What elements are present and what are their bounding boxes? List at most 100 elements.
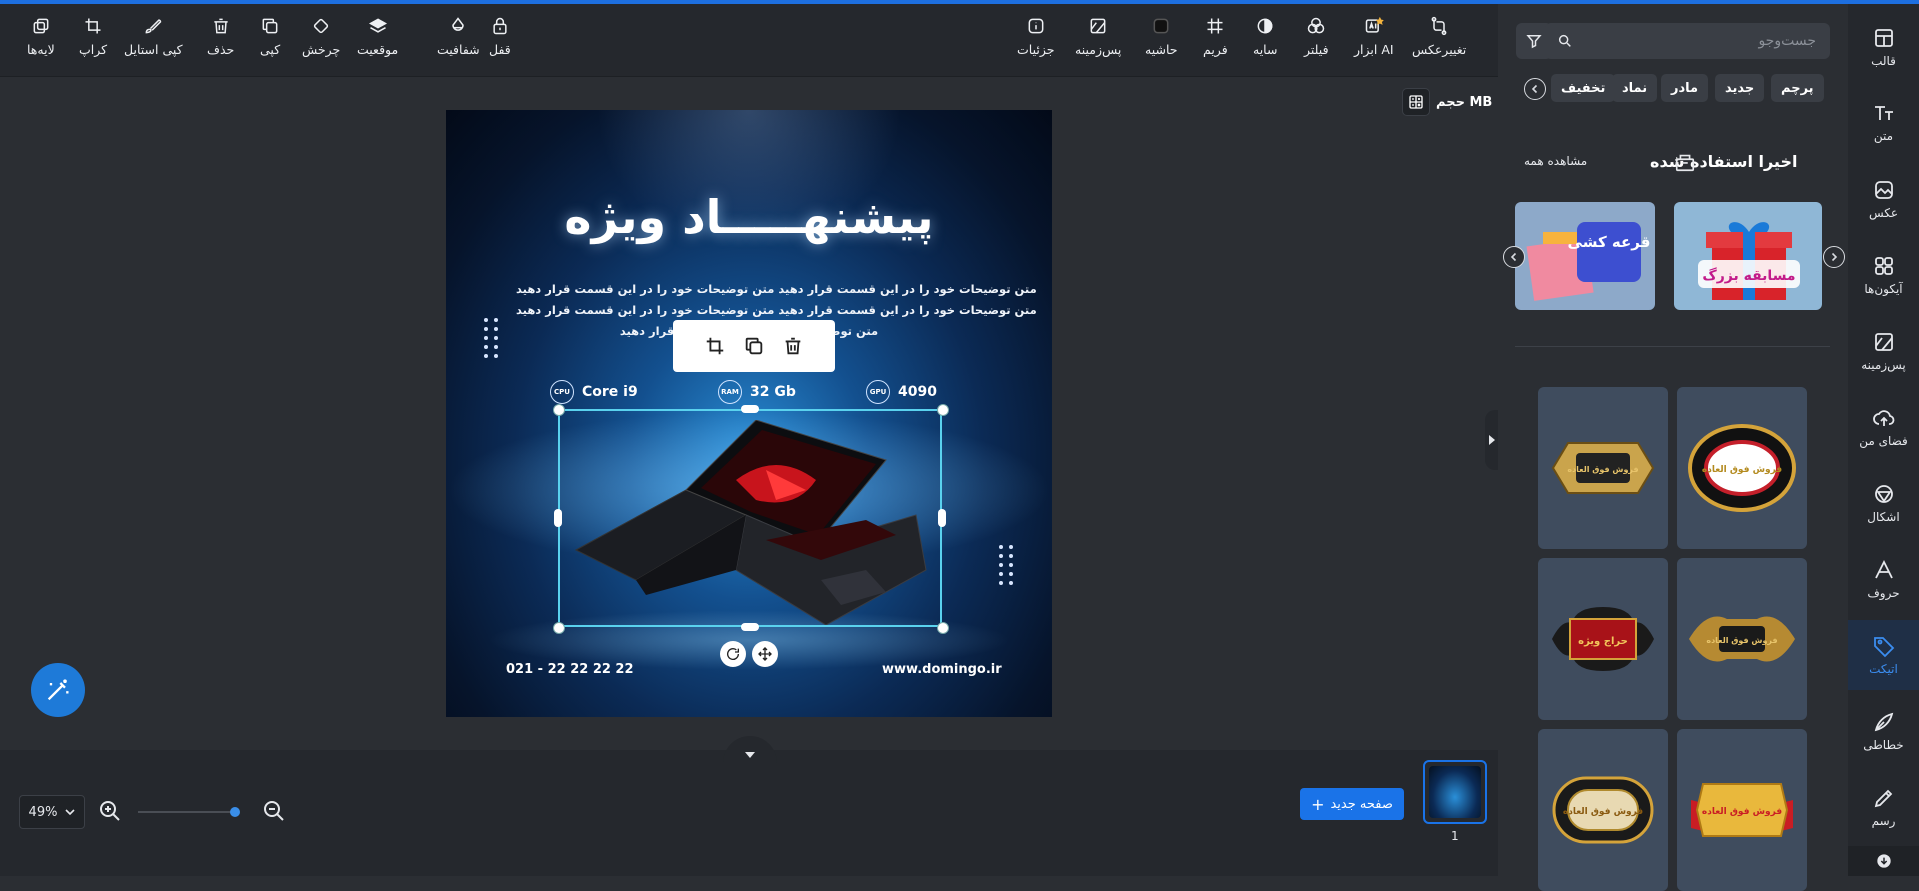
nav-photos[interactable]: عکس [1848,164,1919,234]
spec-ram[interactable]: RAM 32 Gb [718,380,796,404]
nav-draw[interactable]: رسم [1848,772,1919,842]
border-icon [1153,18,1169,34]
tool-border[interactable]: حاشیه [1145,16,1177,68]
design-phone[interactable]: 021 - 22 22 22 22 [506,662,634,677]
page-thumbnail[interactable] [1423,760,1487,824]
nav-stickers[interactable]: اتیکت [1848,620,1919,690]
resize-handle[interactable] [554,509,562,527]
frame-icon [1207,18,1223,34]
tool-opacity[interactable]: شفافیت [437,16,480,68]
rotate-icon [314,18,329,34]
nav-templates[interactable]: قالب [1848,12,1919,82]
nav-calligraphy[interactable]: خطاطی [1848,696,1919,766]
tool-layers[interactable]: لایه‌ها [27,16,55,68]
move-handle[interactable] [752,641,778,667]
tag-chip[interactable]: تخفیف [1551,74,1616,102]
tag-chip[interactable]: جدید [1715,74,1765,102]
tool-details[interactable]: جزئیات [1017,16,1054,68]
rotate-handle[interactable] [720,641,746,667]
nav-letters[interactable]: حروف [1848,544,1919,614]
tool-delete[interactable]: حذف [207,16,234,68]
zoom-in-button[interactable] [98,799,122,823]
resize-handle[interactable] [553,622,565,634]
info-icon [1028,18,1044,34]
sticker-item[interactable]: فروش فوق العاده [1677,729,1807,891]
tool-shadow[interactable]: سایه [1253,16,1277,68]
zoom-slider[interactable] [138,807,240,817]
magic-wand-button[interactable] [31,663,85,717]
chevron-left-icon [1531,84,1538,94]
thumbnail-preview [1429,766,1481,818]
nav-scroll-down[interactable] [1848,846,1919,876]
tool-crop[interactable]: کراپ [79,16,107,68]
spec-gpu[interactable]: GPU 4090 [866,380,937,404]
sticker-item[interactable]: فروش فوق العاده [1677,558,1807,720]
chevron-down-icon [65,809,76,816]
sticker-item[interactable]: حراج ویژه [1538,558,1668,720]
tool-label: موقعیت [357,42,399,57]
nav-icons[interactable]: آیکون‌ها [1848,240,1919,310]
see-all-link[interactable]: مشاهده همه [1524,154,1587,168]
tool-lock[interactable]: قفل [489,16,511,68]
tool-copy[interactable]: کپی [260,16,280,68]
sticker-item[interactable]: فروش فوق العاده [1538,729,1668,891]
tool-change-image[interactable]: تغییرعکس [1412,16,1466,68]
recent-prev-button[interactable] [1503,246,1525,268]
design-title[interactable]: پیشنهـــــاد ویژه [446,190,1052,244]
tool-rotate[interactable]: چرخش [302,16,340,68]
tag-chip[interactable]: نماد [1612,74,1658,102]
nav-my-space[interactable]: فضای من [1848,392,1919,462]
crop-icon[interactable] [704,335,726,357]
tag-chip[interactable]: مادر [1661,74,1709,102]
design-website[interactable]: www.domingo.ir [882,662,1002,677]
recent-sticker-card[interactable]: قرعه کشی [1515,202,1655,310]
recent-sticker-card[interactable]: مسابقه بزرگ [1674,202,1822,310]
filter-circles-icon [1308,17,1325,34]
tag-icon [1873,637,1894,658]
tool-label: حاشیه [1145,42,1178,57]
trash-icon[interactable] [782,335,804,357]
spec-cpu[interactable]: CPU Core i9 [550,380,638,404]
panel-toggle[interactable] [1485,410,1498,470]
file-size-indicator[interactable]: حجم MB [1402,88,1492,116]
tool-filter[interactable]: فیلتر [1304,16,1329,68]
zoom-out-button[interactable] [262,799,286,823]
sticker-item[interactable]: فروش فوق العاده [1677,387,1807,549]
tool-position[interactable]: موقعیت [357,16,398,68]
chevron-down-icon [745,752,755,758]
tag-chip[interactable]: پرچم [1771,74,1824,102]
tags-prev-button[interactable] [1524,78,1546,100]
card-text: قرعه کشی [1568,233,1651,251]
resize-handle[interactable] [937,404,949,416]
new-page-button[interactable]: + صفحه جدید [1300,788,1404,820]
resize-handle[interactable] [741,623,759,631]
recent-next-button[interactable] [1823,246,1845,268]
zoom-slider-knob[interactable] [230,807,240,817]
resize-handle[interactable] [938,509,946,527]
nav-shapes[interactable]: اشکال [1848,468,1919,538]
search-box[interactable] [1545,23,1830,59]
resize-handle[interactable] [937,622,949,634]
tool-ai[interactable]: ابزار AI [1354,16,1394,68]
calligraphy-icon [1874,712,1893,732]
tool-frame[interactable]: فریم [1203,16,1228,68]
tool-background[interactable]: پس‌زمینه [1075,16,1121,68]
selection-box[interactable] [558,409,942,627]
copy-icon[interactable] [743,335,765,357]
nav-background[interactable]: پس‌زمینه [1848,316,1919,386]
zoom-select[interactable]: 49% [19,795,85,829]
spec-value: 32 Gb [750,384,796,400]
design-desc-line[interactable]: متن توضیحات خود را در این قسمت قرار دهید… [516,282,1037,296]
nav-text[interactable]: متن [1848,87,1919,157]
search-input[interactable] [1594,32,1818,50]
sticker-item[interactable]: فروش فوق العاده [1538,387,1668,549]
tool-label: قفل [489,42,511,57]
resize-handle[interactable] [553,404,565,416]
tool-copy-style[interactable]: کپی استایل [124,16,183,68]
resize-handle[interactable] [741,405,759,413]
nav-label: رسم [1871,814,1896,828]
design-desc-line[interactable]: متن توضیحات خود را در این قسمت قرار دهید… [516,303,1037,317]
nav-label: پس‌زمینه [1861,358,1906,372]
decor-dots [1009,545,1019,590]
sticker-image: فروش فوق العاده [1552,776,1654,844]
